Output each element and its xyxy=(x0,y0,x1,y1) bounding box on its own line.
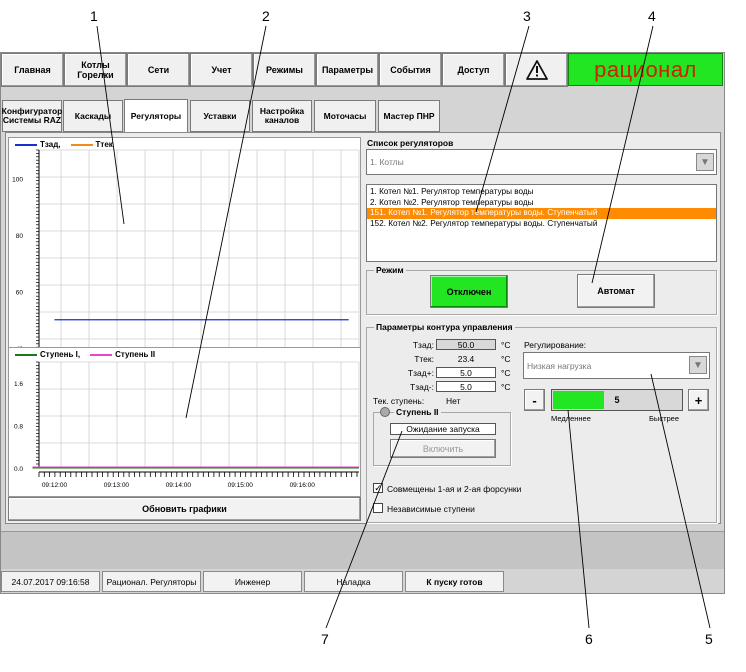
callout-7: 7 xyxy=(321,631,329,647)
current-stage-label: Тек. ступень: xyxy=(373,396,425,406)
callout-3: 3 xyxy=(523,8,531,24)
param-tzad-minus-input[interactable]: 5.0 xyxy=(436,381,496,392)
current-stage-value: Нет xyxy=(446,396,461,406)
tab-regulators[interactable]: Регуляторы xyxy=(124,99,188,133)
stage2-radio[interactable] xyxy=(380,407,390,417)
stages-chart: Ступень I, Ступень II 1.6 0.8 0.0 09:12:00 0… xyxy=(8,347,361,497)
param-ttek-unit: °C xyxy=(501,354,511,364)
nav-access[interactable]: Доступ xyxy=(442,53,505,87)
refresh-charts-button[interactable]: Обновить графики xyxy=(8,497,361,521)
tab-setpoints[interactable]: Уставки xyxy=(190,100,250,132)
y-tick-label: 0.8 xyxy=(14,424,23,431)
combined-nozzles-checkbox[interactable]: ✓ xyxy=(373,483,383,493)
mode-auto-button[interactable]: Автомат xyxy=(577,274,655,308)
mode-group xyxy=(366,270,717,315)
tab-motor-hours[interactable]: Моточасы xyxy=(314,100,376,132)
status-datetime: 24.07.2017 09:16:58 xyxy=(1,571,100,592)
x-tick-label: 09:13:00 xyxy=(104,482,130,489)
regulators-listbox[interactable]: 1. Котел №1. Регулятор температуры воды … xyxy=(366,184,717,262)
status-mode: Наладка xyxy=(304,571,403,592)
control-params-title: Параметры контура управления xyxy=(374,322,515,332)
nav-boilers[interactable]: Котлы Горелки xyxy=(64,53,127,87)
temperature-chart-plot: 100806040 xyxy=(12,149,360,353)
status-state: К пуску готов xyxy=(405,571,504,592)
stages-chart-plot: 1.6 0.8 0.0 09:12:00 09:13:00 09:14:00 09:15:0… xyxy=(14,361,360,489)
nav-modes[interactable]: Режимы xyxy=(253,53,316,87)
nav-parameters[interactable]: Параметры xyxy=(316,53,379,87)
callout-5: 5 xyxy=(705,631,713,647)
regulators-list-title: Список регуляторов xyxy=(367,138,454,148)
tab-system-configurator[interactable]: Конфигуратор Системы RAZ xyxy=(2,100,62,132)
screen: 1 2 3 4 7 6 5 Главная Котлы Горелки Сети… xyxy=(0,0,746,672)
tab-channel-setup[interactable]: Настройка каналов xyxy=(252,100,312,132)
stage2-title: Ступень II xyxy=(394,407,441,417)
speed-increase-button[interactable]: + xyxy=(688,389,709,411)
x-tick-label: 09:16:00 xyxy=(290,482,316,489)
temperature-chart: Тзад, Ттек 100806040 xyxy=(8,137,361,353)
independent-stages-checkbox[interactable] xyxy=(373,503,383,513)
nav-home[interactable]: Главная xyxy=(1,53,64,87)
mode-off-button[interactable]: Отключен xyxy=(430,275,508,308)
list-item-selected[interactable]: 151. Котел №1. Регулятор температуры вод… xyxy=(367,208,716,219)
combined-nozzles-label: Совмещены 1-ая и 2-ая форсунки xyxy=(387,484,522,494)
x-tick-label: 09:12:00 xyxy=(42,482,68,489)
param-ttek-value: 23.4 xyxy=(457,354,475,364)
param-tzad-minus-unit: °C xyxy=(501,382,511,392)
stage2-enable-button[interactable]: Включить xyxy=(390,439,496,458)
speed-decrease-button[interactable]: - xyxy=(524,389,545,411)
y-tick-label: 1.6 xyxy=(14,381,23,388)
param-ttek-label: Ттек: xyxy=(414,354,434,364)
list-item[interactable]: 2. Котел №2. Регулятор температуры воды xyxy=(367,198,716,209)
callout-1: 1 xyxy=(90,8,98,24)
regulator-group-select[interactable]: 1. Котлы ▼ xyxy=(366,149,717,175)
param-tzad-unit: °C xyxy=(501,340,511,350)
speed-slow-label: Медленнее xyxy=(551,414,591,423)
mode-group-title: Режим xyxy=(374,265,406,275)
param-tzad-plus-unit: °C xyxy=(501,368,511,378)
list-item[interactable]: 152. Котел №2. Регулятор температуры вод… xyxy=(367,219,716,230)
tab-commissioning-wizard[interactable]: Мастер ПНР xyxy=(378,100,440,132)
tab-cascades[interactable]: Каскады xyxy=(63,100,123,132)
regulation-value: Низкая нагрузка xyxy=(527,361,592,371)
y-tick-label: 80 xyxy=(16,233,24,240)
param-tzad-plus-label: Тзад+: xyxy=(407,368,434,378)
callout-6: 6 xyxy=(585,631,593,647)
independent-stages-label: Независимые ступени xyxy=(387,504,475,514)
nav-networks[interactable]: Сети xyxy=(127,53,190,87)
x-tick-label: 09:15:00 xyxy=(228,482,254,489)
param-tzad-plus-input[interactable]: 5.0 xyxy=(436,367,496,378)
x-tick-label: 09:14:00 xyxy=(166,482,192,489)
list-item[interactable]: 1. Котел №1. Регулятор температуры воды xyxy=(367,187,716,198)
y-tick-label: 100 xyxy=(12,176,23,183)
brand-logo: рационал xyxy=(568,53,723,86)
speed-value: 5 xyxy=(614,395,620,405)
chevron-down-icon[interactable]: ▼ xyxy=(696,153,714,171)
speed-fast-label: Быстрее xyxy=(649,414,680,423)
regulation-select[interactable]: Низкая нагрузка ▼ xyxy=(523,352,710,379)
stage2-status: Ожидание запуска xyxy=(390,423,496,435)
status-screen: Рационал. Регуляторы xyxy=(102,571,201,592)
callout-4: 4 xyxy=(648,8,656,24)
status-user[interactable]: Инженер xyxy=(203,571,302,592)
y-tick-label: 60 xyxy=(16,289,24,296)
nav-accounting[interactable]: Учет xyxy=(190,53,253,87)
param-tzad-minus-label: Тзад-: xyxy=(410,382,434,392)
nav-alarms[interactable] xyxy=(505,53,568,87)
warning-triangle-icon xyxy=(525,60,548,80)
speed-bar: 5 xyxy=(551,389,683,411)
param-tzad-value: 50.0 xyxy=(436,339,496,350)
nav-events[interactable]: События xyxy=(379,53,442,87)
callout-2: 2 xyxy=(262,8,270,24)
bottom-band xyxy=(1,531,724,569)
regulation-label: Регулирование: xyxy=(524,340,587,350)
param-tzad-label: Тзад: xyxy=(412,340,434,350)
chevron-down-icon[interactable]: ▼ xyxy=(689,356,707,374)
regulator-group-value: 1. Котлы xyxy=(370,157,404,167)
y-tick-label: 0.0 xyxy=(14,466,23,473)
